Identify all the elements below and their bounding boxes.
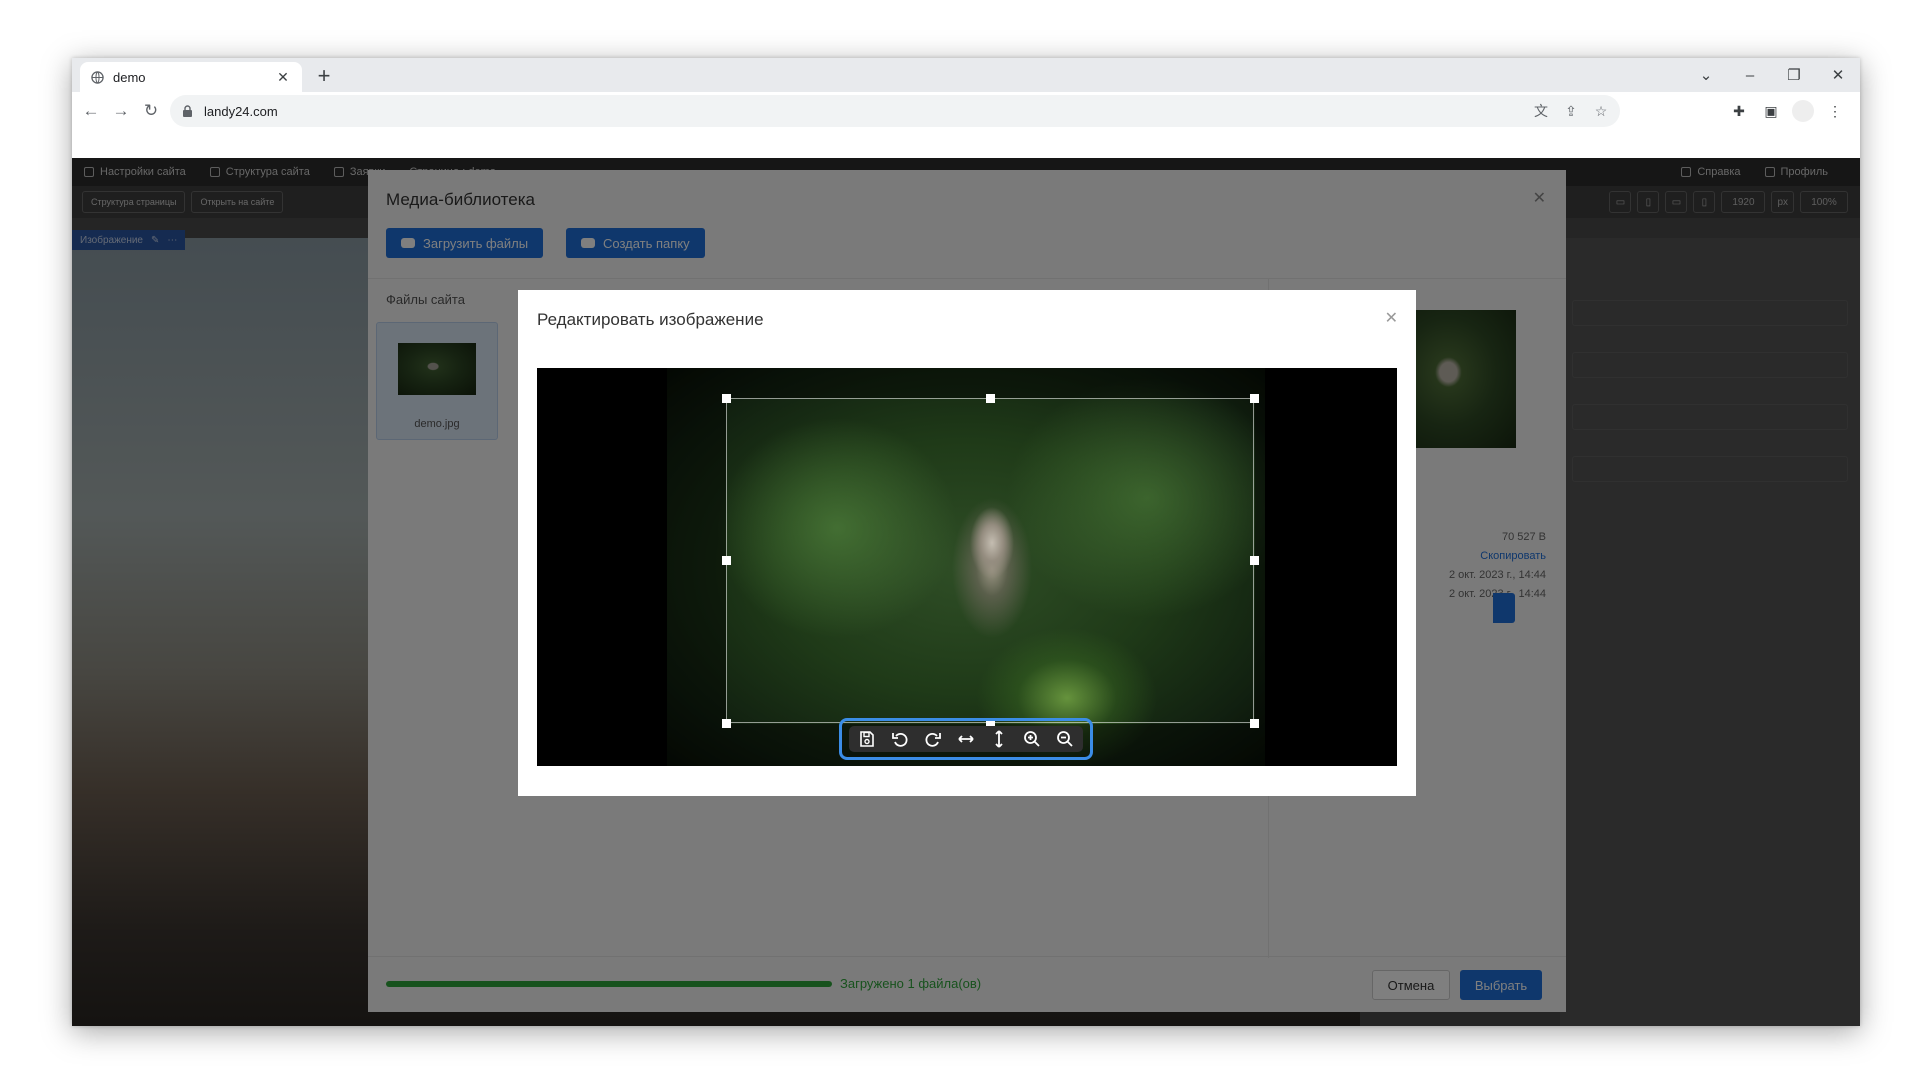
back-icon[interactable]: ← [76,96,106,126]
browser-toolbar: ← → ↻ landy24.com 文 ⇪ ☆ [72,92,1860,130]
close-window-button[interactable]: ✕ [1816,58,1860,92]
menu-dots-icon[interactable]: ⋮ [1824,100,1846,122]
crop-shade-top [667,368,1265,398]
crop-box[interactable] [726,398,1254,723]
image-editor-canvas[interactable] [537,368,1397,766]
save-icon[interactable] [854,727,881,751]
profile-avatar[interactable] [1792,100,1814,122]
edit-toolbar [839,718,1093,760]
bookmark-star-icon[interactable]: ☆ [1590,100,1612,122]
crop-shade-left [667,398,726,724]
tab-bar: demo ✕ + ⌄ – ❐ ✕ [72,58,1860,92]
tab-search-icon[interactable]: ⌄ [1684,58,1728,92]
crop-handle-w[interactable] [722,556,731,565]
edit-image-title: Редактировать изображение [537,310,764,329]
crop-handle-e[interactable] [1250,556,1259,565]
omnibox-actions: 文 ⇪ ☆ [1530,95,1612,127]
address-bar[interactable]: landy24.com [170,95,1620,127]
crop-handle-sw[interactable] [722,719,731,728]
crop-handle-se[interactable] [1250,719,1259,728]
browser-extensions: ✚ ▣ ⋮ [1728,95,1846,127]
crop-handle-ne[interactable] [1250,394,1259,403]
crop-handle-n[interactable] [986,394,995,403]
rotate-right-icon[interactable] [920,727,947,751]
flip-horizontal-icon[interactable] [953,727,980,751]
edit-image-dialog: Редактировать изображение ✕ [518,290,1416,796]
restore-button[interactable]: ❐ [1772,58,1816,92]
extensions-icon[interactable]: ✚ [1728,100,1750,122]
side-panel-icon[interactable]: ▣ [1760,100,1782,122]
browser-window: demo ✕ + ⌄ – ❐ ✕ ← → ↻ landy24.com 文 ⇪ ☆… [72,58,1860,1026]
browser-tab[interactable]: demo ✕ [80,62,302,92]
globe-icon [90,70,104,84]
tab-close-icon[interactable]: ✕ [274,69,292,86]
url-text: landy24.com [204,103,278,119]
forward-icon[interactable]: → [106,96,136,126]
reload-icon[interactable]: ↻ [136,96,166,126]
new-tab-button[interactable]: + [310,63,338,91]
lock-icon [182,105,194,117]
crop-handle-nw[interactable] [722,394,731,403]
rotate-left-icon[interactable] [887,727,914,751]
tab-title: demo [113,69,146,85]
zoom-in-icon[interactable] [1019,727,1046,751]
edit-toolbar-buttons [849,726,1083,752]
zoom-out-icon[interactable] [1052,727,1079,751]
minimize-button[interactable]: – [1728,58,1772,92]
share-icon[interactable]: ⇪ [1560,100,1582,122]
translate-icon[interactable]: 文 [1530,100,1552,122]
flip-vertical-icon[interactable] [986,727,1013,751]
edit-image-close-icon[interactable]: ✕ [1385,308,1398,328]
